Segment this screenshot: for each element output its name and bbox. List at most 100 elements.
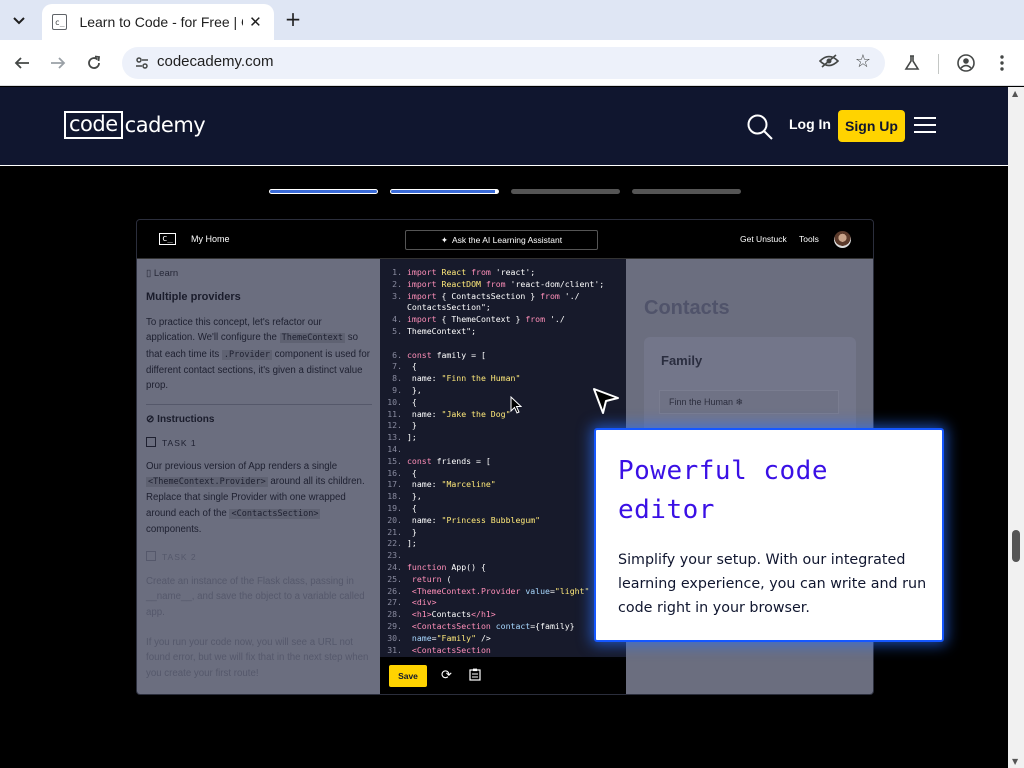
tab-search-chevron-icon[interactable] — [8, 10, 30, 32]
code-token: ]; — [407, 538, 417, 549]
code-line: 27. <div> — [380, 597, 626, 609]
lesson-panel: ▯ Learn Multiple providers To practice t… — [137, 259, 380, 694]
tracking-protection-eye-icon[interactable] — [818, 53, 840, 73]
line-number: 6. — [392, 349, 402, 360]
forward-arrow-icon[interactable] — [47, 52, 69, 74]
lesson-description: To practice this concept, let's refactor… — [146, 315, 372, 393]
family-title: Family — [661, 353, 703, 368]
task-1-text: Our previous version of App renders a si… — [146, 459, 376, 537]
code-line: 10. { — [380, 397, 626, 409]
bookmark-star-icon[interactable]: ☆ — [855, 51, 871, 72]
code-token: contact — [495, 620, 531, 631]
code-token: ContactsSection"; — [407, 302, 491, 313]
mouse-pointer-icon — [510, 396, 522, 414]
line-number: 31. — [387, 644, 402, 655]
sign-up-button[interactable]: Sign Up — [838, 110, 905, 142]
log-in-link[interactable]: Log In — [789, 116, 831, 132]
code-line: 13.]; — [380, 432, 626, 444]
code-editor: 1. import React from 'react'; 2. import Rea… — [380, 259, 626, 694]
code-token: value — [525, 585, 550, 596]
carousel-step-1[interactable] — [269, 189, 378, 194]
code-line: 18. }, — [380, 491, 626, 503]
code-line: 19. { — [380, 503, 626, 515]
page-scrollbar[interactable]: ▲ ▼ — [1008, 87, 1024, 768]
refresh-icon: ⟳ — [441, 668, 452, 683]
new-tab-icon[interactable]: + — [282, 7, 304, 31]
code-token: import — [407, 267, 442, 277]
line-number: 5. — [392, 325, 402, 336]
code-token: /> — [476, 632, 491, 643]
code-token: <ContactsSection — [407, 620, 496, 631]
code-token: { — [407, 361, 417, 372]
line-number: 19. — [387, 502, 402, 513]
code-token: ( — [446, 573, 452, 584]
code-token: ={family} — [530, 620, 575, 631]
task-1-label: TASK 1 — [146, 437, 197, 448]
back-arrow-icon[interactable] — [11, 52, 33, 74]
ide-logo: c_ — [159, 233, 176, 245]
carousel-step-2[interactable] — [390, 189, 499, 194]
reload-icon[interactable] — [83, 52, 105, 74]
profile-icon[interactable] — [955, 52, 977, 74]
divider — [146, 404, 372, 405]
code-token: <ContactsSection — [407, 644, 491, 655]
carousel-step-3[interactable] — [511, 189, 620, 194]
code-line: 4. import { ThemeContext } from './ — [380, 314, 626, 326]
close-tab-icon[interactable]: ✕ — [247, 13, 264, 31]
task-checkbox — [146, 551, 156, 561]
carousel-step-4[interactable] — [632, 189, 741, 194]
code-token: './ — [549, 314, 565, 325]
scroll-up-arrow-icon[interactable]: ▲ — [1012, 89, 1018, 98]
code-line: 6. const family = [ — [380, 350, 626, 362]
line-number: 21. — [387, 526, 402, 537]
contacts-title: Contacts — [644, 297, 730, 319]
address-bar[interactable]: codecademy.com ☆ — [122, 47, 885, 79]
active-tab[interactable]: c_ Learn to Code - for Free | C ✕ — [42, 4, 274, 40]
save-button: Save — [389, 665, 427, 687]
code-line: 11. name: "Jake the Dog" — [380, 409, 626, 421]
avatar — [834, 231, 851, 248]
code-line: ContactsSection"; — [380, 302, 626, 314]
line-number: 10. — [387, 396, 402, 407]
check-circle-icon: ⊘ — [146, 414, 155, 425]
sparkle-icon: ✦ — [440, 234, 449, 245]
line-number: 20. — [387, 514, 402, 525]
task-label: TASK 1 — [162, 438, 197, 448]
browser-menu-icon[interactable] — [991, 52, 1013, 74]
hamburger-menu-icon[interactable] — [914, 117, 936, 135]
code-token: friends = [ — [436, 455, 491, 466]
line-number: 23. — [387, 550, 402, 561]
code-token: } — [407, 526, 417, 537]
site-info-icon[interactable] — [134, 55, 150, 71]
line-number: 12. — [387, 420, 402, 431]
code-token: "Finn the Human" — [441, 373, 521, 384]
scroll-down-arrow-icon[interactable]: ▼ — [1012, 757, 1018, 766]
page-content: code cademy Log In Sign Up c_ My Home ✦ … — [0, 87, 1008, 768]
search-icon[interactable] — [746, 113, 774, 141]
code-line: 29. <ContactsSection contact={family} — [380, 621, 626, 633]
codecademy-logo[interactable]: code cademy — [64, 111, 206, 139]
line-number: 1. — [392, 267, 402, 277]
code-line: 31. <ContactsSection — [380, 645, 626, 657]
line-number: 13. — [387, 432, 402, 443]
code-chip: <ThemeContext.Provider> — [146, 477, 268, 488]
scroll-thumb[interactable] — [1012, 530, 1020, 562]
line-number: 27. — [387, 597, 402, 608]
code-line: 15. const friends = [ — [380, 456, 626, 468]
editor-footer: Save ⟳ — [380, 657, 626, 694]
code-line: 8. name: "Finn the Human" — [380, 373, 626, 385]
code-line: 12. } — [380, 420, 626, 432]
labs-flask-icon[interactable] — [901, 52, 923, 74]
code-chip: <ContactsSection> — [229, 508, 321, 519]
family-item: Finn the Human ❄ — [659, 390, 839, 414]
code-token: <ThemeContext.Provider — [407, 585, 526, 596]
code-chip: ThemeContext — [279, 333, 346, 344]
code-token: import — [407, 278, 442, 289]
code-line: 20. name: "Princess Bubblegum" — [380, 515, 626, 527]
code-token: }, — [407, 491, 422, 502]
code-token: name: — [407, 408, 442, 419]
code-line: 26. <ThemeContext.Provider value="light" — [380, 586, 626, 598]
code-line: 14. — [380, 444, 626, 456]
code-token: Contacts — [431, 609, 472, 620]
